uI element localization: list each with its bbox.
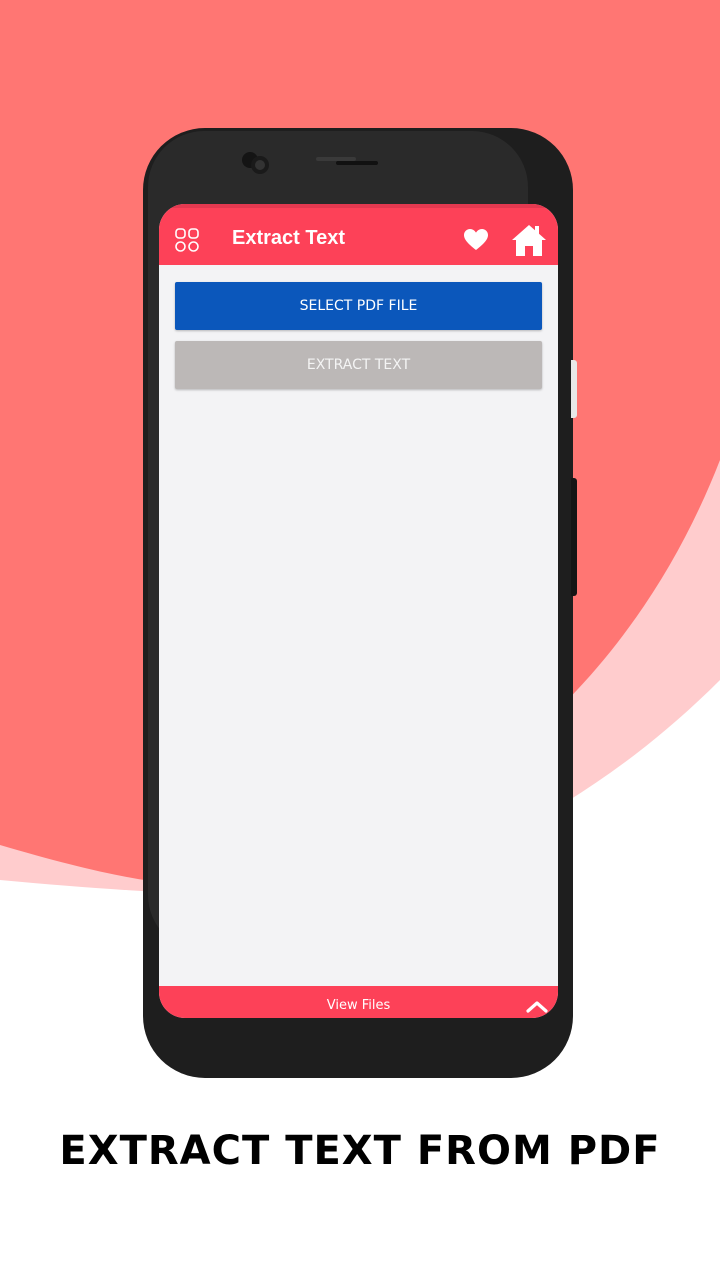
app-bar: Extract Text (159, 204, 558, 265)
grid-menu-icon[interactable] (174, 227, 200, 253)
view-files-bar[interactable]: View Files (159, 986, 558, 1018)
heart-icon[interactable] (463, 228, 489, 252)
select-pdf-file-button[interactable]: SELECT PDF FILE (175, 282, 542, 330)
speaker-grille (316, 157, 378, 165)
extract-text-button[interactable]: EXTRACT TEXT (175, 341, 542, 389)
promo-caption: EXTRACT TEXT FROM PDF (59, 1128, 661, 1174)
home-icon[interactable] (511, 222, 547, 258)
chevron-up-icon[interactable] (525, 998, 549, 1014)
front-camera-icon (242, 152, 269, 174)
view-files-label: View Files (326, 998, 391, 1013)
volume-button (571, 360, 577, 418)
page-title: Extract Text (232, 227, 346, 249)
power-button (571, 478, 577, 596)
app-screen: Extract Text SELECT PDF FILE EXTRACT TEX… (159, 204, 558, 1018)
